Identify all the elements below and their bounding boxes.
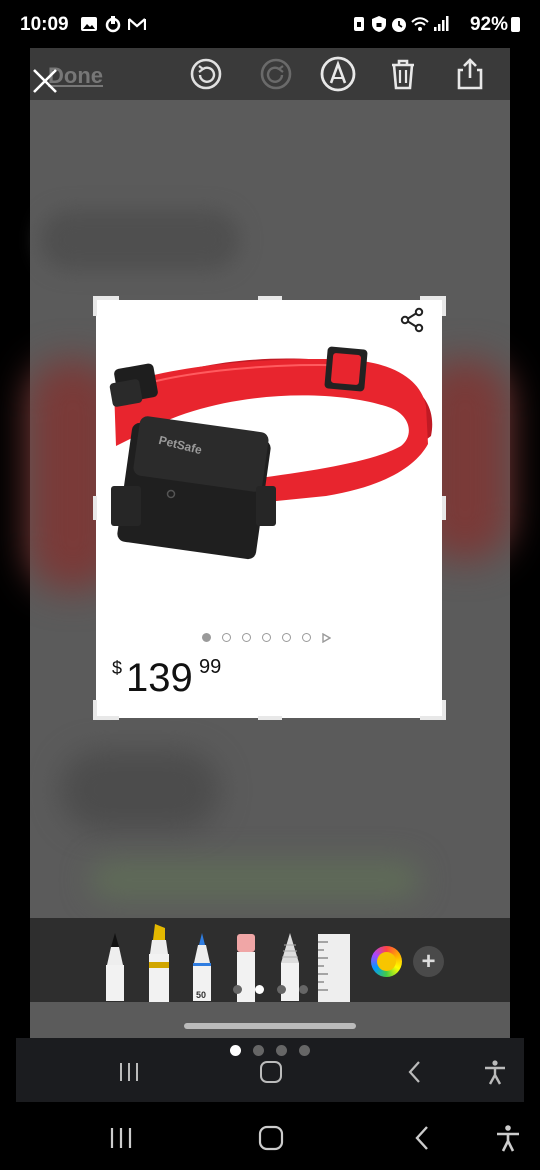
recent-apps-icon[interactable]	[117, 1061, 141, 1083]
battery-icon	[511, 17, 520, 32]
gallery-icon	[81, 17, 97, 31]
battery-percent: 92%	[469, 14, 508, 35]
back-icon[interactable]	[405, 1060, 425, 1084]
delete-icon[interactable]	[385, 56, 421, 92]
highlighter-icon[interactable]	[147, 922, 171, 1002]
share-icon[interactable]	[452, 56, 488, 92]
carousel-play-icon[interactable]	[321, 633, 331, 643]
tray-page-dot	[277, 985, 286, 994]
background-blur	[40, 210, 240, 270]
page-dot	[253, 1045, 264, 1056]
carousel-dot[interactable]	[302, 633, 311, 642]
product-share-icon[interactable]	[398, 306, 426, 334]
crop-handle[interactable]	[93, 716, 119, 720]
vpn-icon	[372, 16, 386, 32]
carousel-dot[interactable]	[242, 633, 251, 642]
back-icon[interactable]	[412, 1125, 434, 1151]
sim-icon	[354, 17, 364, 31]
crop-handle[interactable]	[258, 716, 282, 720]
tray-page-dot-active	[255, 985, 264, 994]
crop-handle[interactable]	[258, 296, 282, 300]
carousel-dot[interactable]	[262, 633, 271, 642]
product-photo: PetSafe	[109, 346, 433, 560]
background-blur	[60, 750, 220, 830]
price-fraction: 99	[199, 656, 222, 678]
ruler-icon[interactable]	[318, 934, 350, 1002]
status-time: 10:09	[20, 14, 69, 35]
pen-mode-icon[interactable]	[320, 56, 356, 92]
status-bar: 10:09 92%	[0, 0, 540, 48]
carousel-dot[interactable]	[222, 633, 231, 642]
page-dot-active	[230, 1045, 241, 1056]
redo-icon[interactable]	[258, 56, 294, 92]
carousel-dot-active[interactable]	[202, 633, 211, 642]
tray-page-dot	[299, 985, 308, 994]
wifi-icon	[411, 17, 429, 31]
crop-handle[interactable]	[93, 296, 97, 316]
alarm-icon	[392, 18, 406, 32]
crop-handle[interactable]	[442, 496, 446, 520]
close-icon[interactable]	[32, 68, 58, 94]
carousel-dot[interactable]	[282, 633, 291, 642]
color-picker-icon[interactable]	[371, 946, 402, 977]
accessibility-icon[interactable]	[495, 1124, 521, 1152]
page-dot	[276, 1045, 287, 1056]
price-currency: $	[112, 658, 123, 678]
price-whole: 139	[126, 656, 193, 700]
undo-icon[interactable]	[188, 56, 224, 92]
home-indicator[interactable]	[184, 1023, 356, 1029]
signal-icon	[434, 16, 449, 31]
home-icon[interactable]	[258, 1125, 284, 1151]
add-pen-button[interactable]: +	[413, 946, 444, 977]
crop-handle[interactable]	[420, 716, 446, 720]
pen-icon[interactable]	[103, 933, 127, 1001]
accessibility-icon[interactable]	[483, 1059, 507, 1085]
page-dot	[299, 1045, 310, 1056]
crop-handle[interactable]	[442, 296, 446, 316]
gmail-icon	[128, 18, 146, 30]
recent-apps-icon[interactable]	[108, 1126, 134, 1150]
background-blur	[90, 860, 420, 900]
link-icon	[105, 16, 121, 33]
home-icon[interactable]	[259, 1060, 283, 1084]
tray-page-dot	[233, 985, 242, 994]
marker-size-label: 50	[196, 990, 207, 1000]
